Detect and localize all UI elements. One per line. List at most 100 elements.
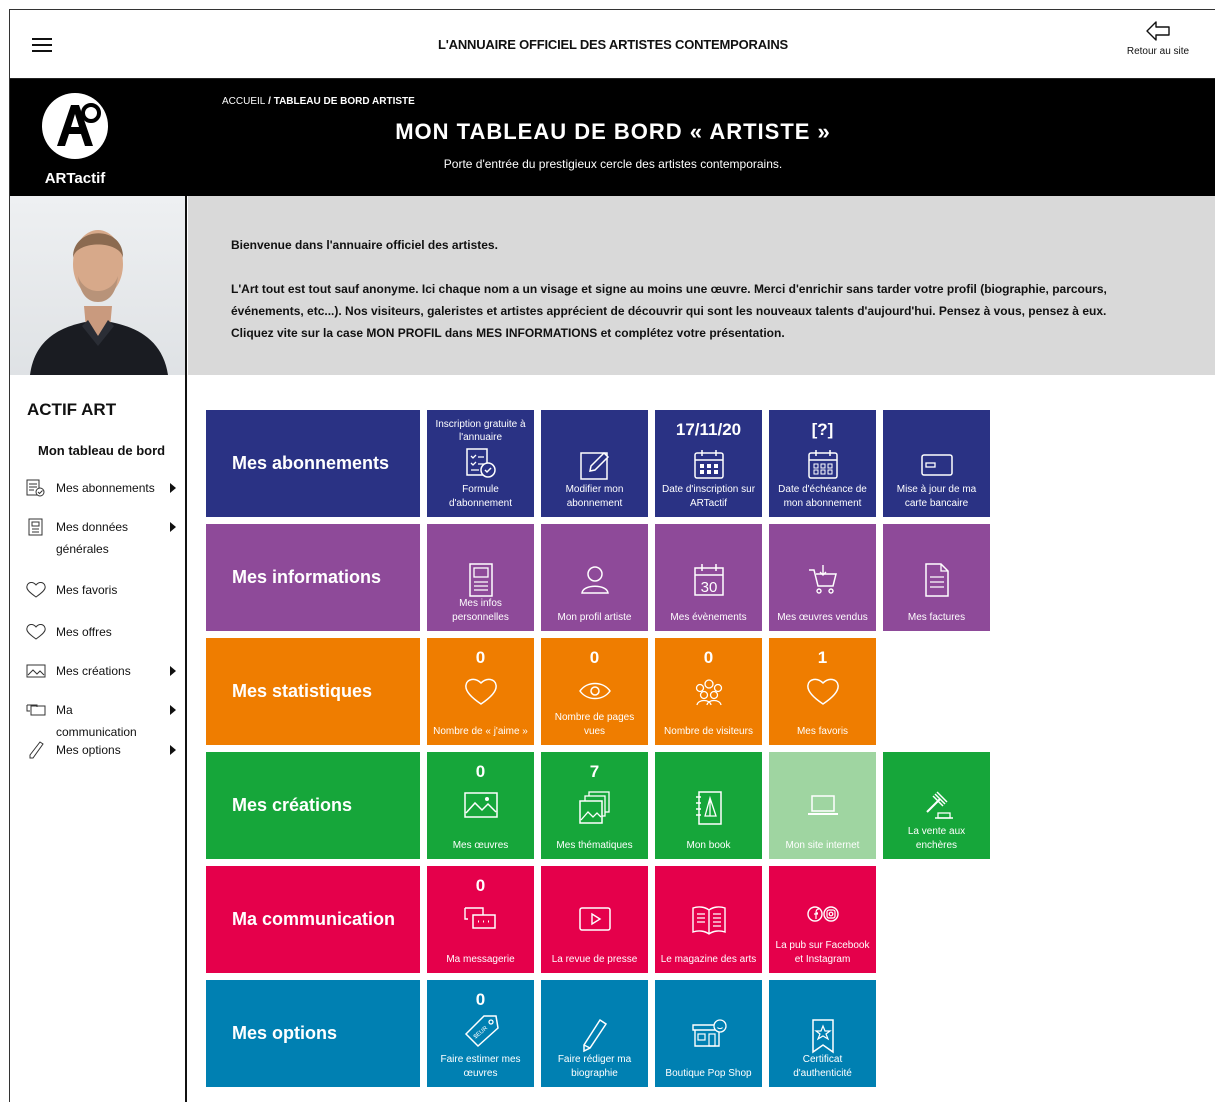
tile-label: Date d'inscription sur ARTactif [661, 484, 756, 509]
sidebar-heading: ACTIF ART [27, 400, 117, 419]
tile-value: 0 [703, 648, 714, 667]
eye-icon [578, 682, 611, 700]
top-bar: L'ANNUAIRE OFFICIEL DES ARTISTES CONTEMP… [10, 10, 1215, 79]
tile-value: 0 [475, 876, 486, 895]
tile-mes-oeuvres[interactable]: 0 Mes œuvres [427, 752, 534, 859]
image-icon [463, 792, 498, 818]
welcome-line-1: Bienvenue dans l'annuaire officiel des a… [231, 238, 498, 252]
chat-icon [463, 907, 496, 929]
sidebar-item-mes-abonnements[interactable]: Mes abonnements [26, 477, 176, 501]
tile-modifier-abonnement[interactable]: Modifier mon abonnement [541, 410, 648, 517]
sidebar-item-mes-favoris[interactable]: Mes favoris [26, 579, 176, 603]
user-icon [580, 566, 609, 594]
category-tile-informations[interactable]: Mes informations [206, 524, 420, 631]
tile-thematiques[interactable]: 7 Mes thématiques [541, 752, 648, 859]
sidebar-item-mes-options[interactable]: Mes options [26, 739, 176, 763]
tile-revue-presse[interactable]: La revue de presse [541, 866, 648, 973]
back-to-site-button[interactable]: Retour au site [1118, 20, 1198, 57]
tile-label: Mes œuvres [452, 840, 509, 851]
subscription-icon [26, 479, 45, 497]
tile-visiteurs[interactable]: 0 Nombre de visiteurs [655, 638, 762, 745]
sidebar-item-mes-offres[interactable]: Mes offres [26, 621, 176, 645]
chevron-right-icon[interactable] [170, 705, 176, 715]
tile-value: 0 [589, 648, 600, 667]
tile-value: 0 [475, 762, 486, 781]
sidebar-item-label: Ma communication [56, 703, 137, 739]
group-icon [695, 679, 722, 706]
category-tile-creations[interactable]: Mes créations [206, 752, 420, 859]
tile-messagerie[interactable]: 0 Ma messagerie [427, 866, 534, 973]
tile-pub-facebook-instagram[interactable]: La pub sur Facebook et Instagram [769, 866, 876, 973]
tile-boutique-pop-shop[interactable]: Boutique Pop Shop [655, 980, 762, 1087]
tile-profil-artiste[interactable]: Mon profil artiste [541, 524, 648, 631]
tile-magazine-arts[interactable]: Le magazine des arts [655, 866, 762, 973]
credit-card-icon [920, 454, 953, 476]
tile-nombre-jaime[interactable]: 0 Nombre de « j'aime » [427, 638, 534, 745]
social-icon [806, 906, 839, 922]
category-tile-statistiques[interactable]: Mes statistiques [206, 638, 420, 745]
tile-estimer-oeuvres[interactable]: 0 $EUR Faire estimer mes œuvres [427, 980, 534, 1087]
sidebar-dashboard-link[interactable]: Mon tableau de bord [38, 443, 165, 458]
tile-label: Formule d'abonnement [448, 484, 513, 509]
tile-caption: Inscription gratuite à l'annuaire [435, 419, 526, 443]
sidebar-item-label: Mes offres [56, 625, 112, 639]
chevron-right-icon[interactable] [170, 745, 176, 755]
tile-certificat-authenticite[interactable]: Certificat d'authenticité [769, 980, 876, 1087]
book-icon [695, 791, 722, 825]
video-icon [578, 907, 611, 931]
document-icon [28, 518, 43, 536]
sidebar-item-label: Mes favoris [56, 583, 118, 597]
tile-label: Nombre de pages vues [554, 712, 635, 737]
tile-factures[interactable]: Mes factures [883, 524, 990, 631]
tile-date-echeance[interactable]: [?] Date d'échéance de mon abonnement [769, 410, 876, 517]
breadcrumb-home[interactable]: ACCUEIL [222, 96, 265, 107]
tile-formule-abonnement[interactable]: Inscription gratuite à l'annuaire Formul… [427, 410, 534, 517]
category-tile-abonnements[interactable]: Mes abonnements [206, 410, 420, 517]
tile-site-internet[interactable]: Mon site internet [769, 752, 876, 859]
laptop-icon [807, 795, 838, 815]
heart-icon [26, 624, 46, 640]
welcome-message: Bienvenue dans l'annuaire officiel des a… [188, 196, 1215, 375]
chevron-right-icon[interactable] [170, 666, 176, 676]
calendar-day-label: 30 [700, 579, 717, 596]
tile-vente-encheres[interactable]: La vente aux enchères [883, 752, 990, 859]
tile-pages-vues[interactable]: 0 Nombre de pages vues [541, 638, 648, 745]
hero-banner: ARTactif ACCUEIL / TABLEAU DE BORD ARTIS… [10, 79, 1215, 196]
sidebar-item-mes-donnees-generales[interactable]: Mes données générales [26, 516, 176, 560]
breadcrumb-current: TABLEAU DE BORD ARTISTE [273, 96, 415, 107]
sidebar-item-mes-creations[interactable]: Mes créations [26, 660, 176, 684]
page-title: MON TABLEAU DE BORD « ARTISTE » [395, 119, 831, 144]
page-frame: L'ANNUAIRE OFFICIEL DES ARTISTES CONTEMP… [9, 9, 1215, 1102]
tile-value: 0 [475, 648, 486, 667]
tile-mes-favoris[interactable]: 1 Mes favoris [769, 638, 876, 745]
tile-infos-personnelles[interactable]: Mes infos personnelles [427, 524, 534, 631]
price-tag-icon: $EUR [464, 1015, 499, 1048]
calendar-30-icon: 30 [693, 564, 724, 596]
tile-label: Mes favoris [796, 726, 849, 737]
tile-evenements[interactable]: 30 Mes évènements [655, 524, 762, 631]
category-tile-communication[interactable]: Ma communication [206, 866, 420, 973]
tile-label: Mise à jour de ma carte bancaire [896, 484, 977, 509]
tile-label: Mes évènements [670, 612, 747, 623]
chevron-right-icon[interactable] [170, 522, 176, 532]
chevron-right-icon[interactable] [170, 483, 176, 493]
tile-value: [?] [811, 420, 834, 439]
calendar-icon [807, 450, 838, 479]
tile-label: Le magazine des arts [660, 954, 757, 965]
tile-label: Mes factures [907, 612, 966, 623]
shop-icon [691, 1019, 727, 1047]
tile-date-inscription[interactable]: 17/11/20 Date d'inscription sur ARTactif [655, 410, 762, 517]
tile-rediger-biographie[interactable]: Faire rédiger ma biographie [541, 980, 648, 1087]
gavel-icon [925, 791, 953, 819]
breadcrumb: ACCUEIL / TABLEAU DE BORD ARTISTE [222, 96, 415, 107]
tile-label: Date d'échéance de mon abonnement [778, 484, 867, 509]
tile-oeuvres-vendus[interactable]: Mes œuvres vendus [769, 524, 876, 631]
category-tile-options[interactable]: Mes options [206, 980, 420, 1087]
tile-carte-bancaire[interactable]: Mise à jour de ma carte bancaire [883, 410, 990, 517]
welcome-line-2: L'Art tout est tout sauf anonyme. Ici ch… [231, 282, 1107, 318]
heart-icon [26, 582, 46, 598]
tile-mon-book[interactable]: Mon book [655, 752, 762, 859]
sidebar-item-ma-communication[interactable]: Ma communication [26, 699, 176, 739]
welcome-line-3: Cliquez vite sur la case MON PROFIL dans… [231, 326, 785, 340]
certificate-icon [811, 1019, 834, 1054]
